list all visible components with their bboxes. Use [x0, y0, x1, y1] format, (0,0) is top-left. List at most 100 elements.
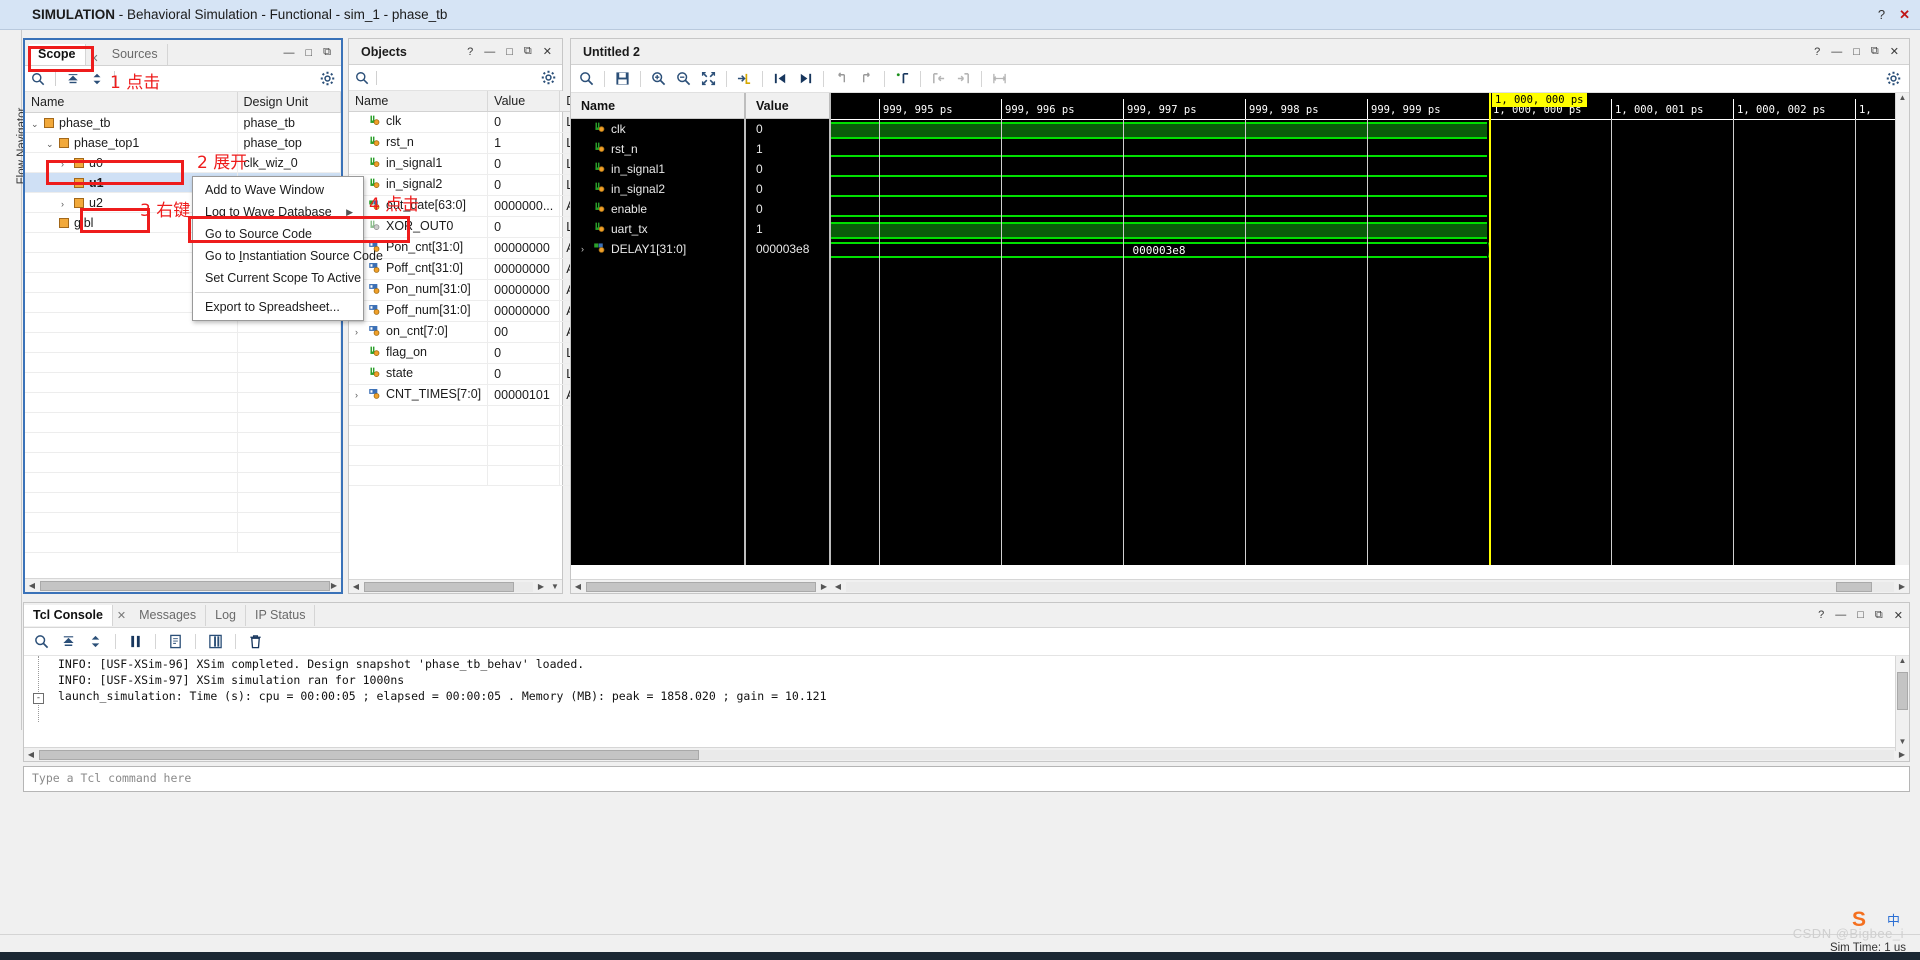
objects-row-name-cell[interactable]: › CNT_TIMES[7:0] — [349, 384, 489, 406]
scroll-left-icon[interactable]: ◀ — [24, 750, 38, 759]
objects-row[interactable]: XOR_OUT00L — [349, 216, 583, 238]
maximize-icon[interactable]: □ — [1857, 609, 1864, 621]
tcl-command-input[interactable]: Type a Tcl command here — [23, 766, 1910, 792]
minimize-icon[interactable]: — — [1835, 609, 1846, 621]
objects-row[interactable]: rst_n1L — [349, 132, 583, 154]
scope-col-design-unit[interactable]: Design Unit — [237, 92, 341, 113]
scroll-down-icon[interactable]: ▼ — [1896, 737, 1909, 751]
objects-row[interactable]: state0L — [349, 363, 583, 385]
search-icon[interactable] — [579, 71, 594, 86]
objects-col-name[interactable]: Name — [349, 91, 489, 112]
console-output[interactable]: INFO: [USF-XSim-96] XSim completed. Desi… — [24, 656, 1909, 722]
wave-vscrollbar[interactable]: ▲ — [1895, 93, 1909, 565]
console-scroll-track[interactable] — [39, 749, 1894, 760]
minimize-icon[interactable]: — — [1831, 46, 1842, 58]
float-icon[interactable]: ⧉ — [524, 45, 532, 58]
float-icon[interactable]: ⧉ — [323, 46, 331, 59]
flow-navigator-strip[interactable]: Flow Navigator — [0, 30, 28, 730]
ime-chinese-icon[interactable]: 中 — [1887, 910, 1900, 929]
tab-tcl-console-close-icon[interactable]: ✕ — [113, 609, 130, 622]
help-icon[interactable]: ? — [1818, 609, 1824, 621]
close-icon[interactable]: ✕ — [543, 45, 552, 58]
help-icon[interactable]: ? — [467, 46, 473, 58]
console-hscrollbar[interactable]: ◀ ▶ — [24, 747, 1909, 761]
zoom-out-icon[interactable] — [676, 71, 691, 86]
minimize-icon[interactable]: — — [283, 47, 294, 59]
scroll-up-icon[interactable]: ▲ — [1896, 93, 1909, 107]
twisty-icon[interactable]: › — [61, 159, 74, 169]
sogou-ime-icon[interactable]: S — [1852, 908, 1876, 932]
wave-signal-name-row[interactable]: enable — [571, 199, 744, 219]
copy-icon[interactable] — [168, 634, 183, 649]
marker-right-icon[interactable] — [956, 71, 971, 86]
scroll-left-icon[interactable]: ◀ — [349, 582, 363, 591]
context-menu-item[interactable]: Add to Wave Window — [193, 179, 363, 201]
add-marker-icon[interactable] — [895, 71, 910, 86]
scroll-right-icon[interactable]: ▶ — [1895, 582, 1909, 591]
objects-row[interactable]: ›Poff_num[31:0]00000000A — [349, 300, 583, 322]
scope-scroll-thumb[interactable] — [40, 580, 330, 591]
wave-signal-name-row[interactable]: uart_tx — [571, 219, 744, 239]
wave-names-hscrollbar[interactable]: ◀ ▶ — [571, 579, 831, 593]
maximize-icon[interactable]: □ — [506, 46, 513, 58]
wrap-icon[interactable] — [208, 634, 223, 649]
objects-scroll-track[interactable] — [364, 581, 533, 592]
context-menu-item[interactable]: Log to Wave Database ▶ — [193, 201, 363, 223]
objects-row-name-cell[interactable]: XOR_OUT0 — [349, 216, 489, 238]
scroll-up-icon[interactable]: ▲ — [1896, 656, 1909, 670]
tab-log[interactable]: Log — [206, 604, 246, 626]
scope-row-name-cell[interactable]: ⌄ phase_tb — [25, 112, 238, 133]
console-fold-toggle[interactable]: - — [33, 693, 44, 704]
tab-tcl-console[interactable]: Tcl Console — [24, 604, 113, 626]
measure-icon[interactable] — [992, 71, 1007, 86]
prev-transition-icon[interactable] — [773, 71, 788, 86]
twisty-icon[interactable]: › — [61, 199, 74, 209]
objects-row[interactable]: ›Poff_cnt[31:0]00000000A — [349, 258, 583, 280]
close-icon[interactable]: ✕ — [1890, 45, 1899, 58]
marker-left-icon[interactable] — [931, 71, 946, 86]
objects-hscrollbar[interactable]: ◀ ▶ ▼ — [349, 579, 562, 593]
context-menu-item[interactable]: Export to Spreadsheet... — [193, 296, 363, 318]
tab-scope[interactable]: Scope — [29, 43, 86, 65]
scope-hscrollbar[interactable]: ◀ ▶ — [25, 578, 341, 592]
wave-signal-name-row[interactable]: clk — [571, 119, 744, 139]
tab-ip-status[interactable]: IP Status — [246, 604, 316, 626]
objects-col-value[interactable]: Value — [487, 91, 561, 112]
gear-icon[interactable] — [541, 70, 556, 85]
scroll-left-icon[interactable]: ◀ — [831, 582, 845, 591]
help-icon[interactable]: ? — [1878, 7, 1885, 22]
console-vscroll-thumb[interactable] — [1897, 672, 1908, 710]
objects-row[interactable]: flag_on0L — [349, 342, 583, 364]
objects-row-name-cell[interactable]: rst_n — [349, 132, 489, 154]
console-scroll-thumb[interactable] — [39, 749, 699, 760]
context-menu-item[interactable]: Set Current Scope To Active — [193, 267, 363, 289]
objects-row-name-cell[interactable]: in_signal1 — [349, 153, 489, 175]
clear-icon[interactable] — [248, 634, 263, 649]
scope-tree-row[interactable]: ⌄ phase_top1 phase_top — [25, 132, 341, 153]
wave-signal-name-row[interactable]: rst_n — [571, 139, 744, 159]
twisty-icon[interactable]: ⌄ — [46, 139, 59, 150]
float-icon[interactable]: ⧉ — [1871, 45, 1879, 58]
scope-tree-row[interactable]: › u0 clk_wiz_0 — [25, 152, 341, 173]
objects-row[interactable]: ›CNT_TIMES[7:0]00000101A — [349, 384, 583, 406]
wave-scroll-track[interactable] — [846, 581, 1894, 592]
twisty-icon[interactable]: › — [355, 327, 368, 337]
tab-messages[interactable]: Messages — [130, 604, 207, 626]
close-icon[interactable]: ✕ — [1894, 609, 1903, 622]
gear-icon[interactable] — [320, 71, 335, 86]
wave-signal-name-row[interactable]: › DELAY1[31:0] — [571, 239, 744, 259]
objects-row[interactable]: clk0L — [349, 111, 583, 133]
tab-sources[interactable]: Sources — [103, 43, 168, 65]
help-icon[interactable]: ? — [1814, 46, 1820, 58]
objects-row-name-cell[interactable]: state — [349, 363, 489, 385]
objects-row-name-cell[interactable]: › on_cnt[7:0] — [349, 321, 489, 343]
collapse-all-icon[interactable] — [66, 72, 80, 86]
expand-all-icon[interactable] — [90, 72, 104, 86]
objects-row[interactable]: in_signal10L — [349, 153, 583, 175]
minimize-icon[interactable]: — — [484, 46, 495, 58]
search-icon[interactable] — [34, 634, 49, 649]
scroll-right-icon[interactable]: ▶ — [1895, 750, 1909, 759]
console-vscrollbar[interactable]: ▲ ▼ — [1895, 656, 1909, 751]
context-menu-item[interactable]: Go to Instantiation Source Code — [193, 245, 383, 267]
tab-scope-close-icon[interactable]: ✕ — [86, 52, 103, 65]
